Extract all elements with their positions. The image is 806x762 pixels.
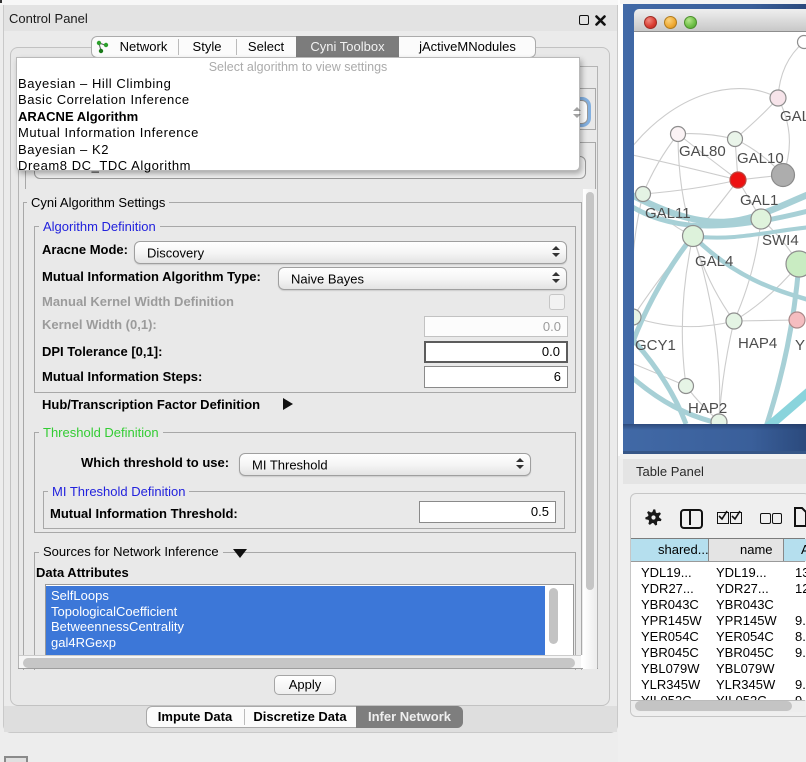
svg-text:GCY1: GCY1 (635, 337, 676, 354)
svg-text:SWI4: SWI4 (762, 232, 799, 249)
svg-text:GAL11: GAL11 (645, 205, 691, 222)
svg-text:GAL80: GAL80 (679, 143, 726, 160)
svg-text:HAP2: HAP2 (688, 400, 727, 417)
svg-text:YE: YE (795, 337, 806, 354)
svg-text:GAL10: GAL10 (737, 150, 784, 167)
svg-text:GAL4: GAL4 (695, 253, 733, 270)
svg-text:GAL1: GAL1 (740, 192, 778, 209)
svg-text:GAL7: GAL7 (780, 108, 806, 125)
svg-text:HAP4: HAP4 (738, 335, 777, 352)
